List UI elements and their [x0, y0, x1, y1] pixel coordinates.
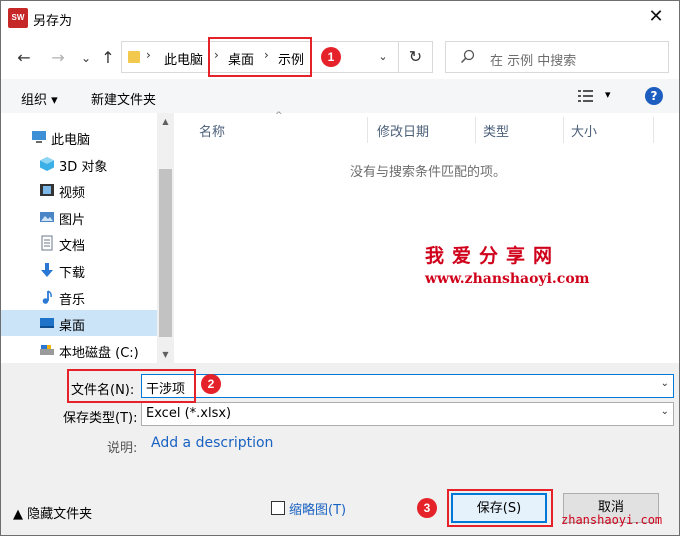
- tree-item-this-pc[interactable]: 此电脑: [1, 124, 157, 150]
- tree-item-label: 桌面: [59, 319, 86, 334]
- cube-icon: [40, 157, 54, 171]
- column-header-name[interactable]: 名称: [199, 121, 225, 140]
- forward-button[interactable]: →: [47, 47, 69, 69]
- help-icon[interactable]: ?: [645, 87, 663, 105]
- tree-item-label: 视频: [59, 186, 86, 201]
- tree-item-label: 3D 对象: [59, 160, 108, 175]
- description-label: 说明:: [107, 441, 138, 456]
- sort-up-icon: ^: [275, 111, 283, 121]
- drive-icon: [40, 345, 54, 355]
- column-separator: [367, 117, 368, 143]
- breadcrumb-this-pc[interactable]: 此电脑: [164, 49, 203, 68]
- scrollbar-thumb[interactable]: [159, 169, 172, 337]
- annotation-box-path: [208, 37, 312, 77]
- dialog-title: 另存为: [33, 14, 73, 29]
- save-as-dialog: SW 另存为 ✕ ← → ⌄ ↑ › 此电脑 › 桌面 › 示例 ⌄ ↻ 在 示…: [0, 0, 680, 536]
- video-icon: [40, 184, 54, 196]
- command-toolbar: 组织 ▾ 新建文件夹 ▾ ?: [1, 79, 679, 113]
- chevron-down-icon: ▾: [605, 88, 611, 101]
- column-header-size[interactable]: 大小: [571, 121, 597, 140]
- tree-item-label: 下载: [59, 266, 86, 281]
- filetype-value: Excel (*.xlsx): [146, 406, 232, 421]
- tree-item-label: 音乐: [59, 293, 86, 308]
- search-input[interactable]: 在 示例 中搜索: [445, 41, 669, 73]
- chevron-down-icon[interactable]: ⌄: [661, 378, 669, 389]
- back-button[interactable]: ←: [13, 47, 35, 69]
- tree-item-label: 本地磁盘 (C:): [59, 346, 139, 361]
- tree-item-desktop[interactable]: 桌面: [1, 310, 157, 336]
- view-list-icon: [578, 90, 593, 102]
- tree-item-label: 图片: [59, 213, 86, 228]
- organize-button[interactable]: 组织 ▾: [21, 89, 58, 108]
- scroll-down-arrow-icon[interactable]: ▼: [157, 346, 174, 363]
- watermark-bottom-url: zhanshaoyi.com: [561, 513, 663, 527]
- recent-locations-button[interactable]: ⌄: [75, 47, 97, 69]
- filetype-label: 保存类型(T):: [63, 411, 138, 426]
- annotation-box-save: [447, 489, 553, 527]
- folder-icon: [128, 51, 140, 63]
- tree-item-videos[interactable]: 视频: [1, 177, 157, 203]
- filetype-select[interactable]: Excel (*.xlsx) ⌄: [141, 402, 674, 426]
- chevron-down-icon: ⌄: [660, 406, 669, 417]
- column-separator: [475, 117, 476, 143]
- annotation-marker-1: 1: [321, 47, 341, 67]
- tree-item-local-disk-c[interactable]: 本地磁盘 (C:): [1, 337, 157, 363]
- thumbnail-label[interactable]: 缩略图(T): [289, 499, 346, 518]
- file-list[interactable]: ^ 名称 修改日期 类型 大小 没有与搜索条件匹配的项。 我爱分享网 www.z…: [177, 111, 679, 363]
- empty-results-message: 没有与搜索条件匹配的项。: [349, 165, 506, 180]
- close-button[interactable]: ✕: [633, 1, 679, 33]
- view-options-button[interactable]: ▾: [577, 88, 617, 106]
- column-header-date-modified[interactable]: 修改日期: [377, 121, 429, 140]
- filename-input[interactable]: 干涉项 ⌄: [141, 374, 674, 398]
- navigation-scrollbar[interactable]: ▲ ▼: [157, 113, 174, 363]
- computer-icon: [32, 131, 46, 143]
- column-separator: [653, 117, 654, 143]
- hide-folders-button[interactable]: ▲ 隐藏文件夹: [13, 503, 92, 522]
- tree-item-3d-objects[interactable]: 3D 对象: [1, 151, 157, 177]
- tree-item-label: 此电脑: [51, 133, 91, 148]
- tree-item-pictures[interactable]: 图片: [1, 204, 157, 230]
- scroll-up-arrow-icon[interactable]: ▲: [157, 113, 174, 130]
- annotation-marker-2: 2: [201, 374, 221, 394]
- column-header-type[interactable]: 类型: [483, 121, 509, 140]
- tree-item-music[interactable]: 音乐: [1, 284, 157, 310]
- tree-item-downloads[interactable]: 下载: [1, 257, 157, 283]
- desktop-icon: [40, 318, 54, 328]
- search-placeholder: 在 示例 中搜索: [490, 54, 577, 69]
- watermark-url: www.zhanshaoyi.com: [425, 271, 590, 287]
- tree-item-label: 文档: [59, 239, 86, 254]
- search-icon: [460, 49, 476, 65]
- watermark-title: 我爱分享网: [425, 245, 561, 267]
- up-button[interactable]: ↑: [97, 47, 119, 69]
- address-dropdown-button[interactable]: ⌄: [372, 46, 394, 68]
- document-icon: [41, 235, 53, 251]
- thumbnail-checkbox[interactable]: [271, 501, 285, 515]
- add-description-link[interactable]: Add a description: [151, 435, 273, 451]
- title-bar: SW 另存为 ✕: [1, 1, 679, 35]
- picture-icon: [40, 212, 54, 222]
- download-icon: [41, 263, 53, 277]
- column-separator: [563, 117, 564, 143]
- annotation-marker-3: 3: [417, 498, 437, 518]
- tree-item-documents[interactable]: 文档: [1, 230, 157, 256]
- music-icon: [42, 290, 52, 304]
- refresh-button[interactable]: ↻: [398, 42, 432, 72]
- navigation-pane: 此电脑 3D 对象 视频 图片 文档 下载 音乐 桌面 本地磁盘 (C:) ▲ …: [1, 113, 175, 363]
- solidworks-app-icon: SW: [8, 8, 28, 28]
- annotation-box-filename: [67, 369, 196, 403]
- chevron-right-icon: ›: [146, 48, 151, 62]
- new-folder-button[interactable]: 新建文件夹: [91, 89, 156, 108]
